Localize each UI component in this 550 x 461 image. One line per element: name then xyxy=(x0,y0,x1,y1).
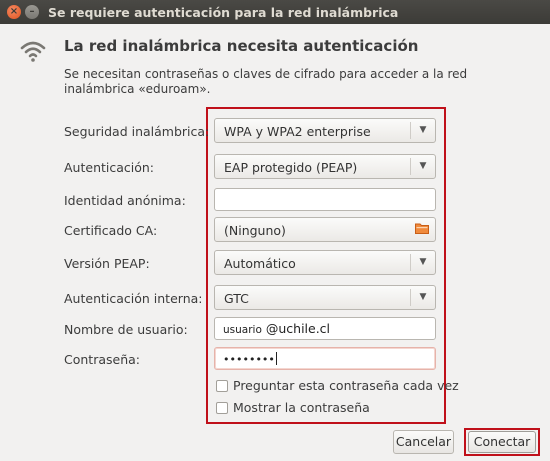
combo-separator xyxy=(410,289,411,306)
anonymous-identity-input[interactable] xyxy=(214,188,436,211)
window-title: Se requiere autenticación para la red in… xyxy=(48,5,399,20)
security-combo[interactable]: WPA y WPA2 enterprise ▼ xyxy=(214,118,436,143)
dialog-heading: La red inalámbrica necesita autenticació… xyxy=(64,37,419,55)
dropdown-arrow-icon: ▼ xyxy=(419,161,427,171)
ca-certificate-label: Certificado CA: xyxy=(64,223,158,238)
show-password-label[interactable]: Mostrar la contraseña xyxy=(233,400,370,415)
authentication-label: Autenticación: xyxy=(64,160,155,175)
authentication-value: EAP protegido (PEAP) xyxy=(224,160,358,175)
authentication-combo[interactable]: EAP protegido (PEAP) ▼ xyxy=(214,154,436,179)
title-bar: × – Se requiere autenticación para la re… xyxy=(0,0,550,24)
username-value-prefix: usuario xyxy=(223,324,262,336)
anonymous-identity-label: Identidad anónima: xyxy=(64,193,186,208)
ca-certificate-chooser[interactable]: (Ninguno) xyxy=(214,217,436,242)
peap-version-combo[interactable]: Automático ▼ xyxy=(214,250,436,275)
password-label: Contraseña: xyxy=(64,352,140,367)
text-caret xyxy=(275,352,277,365)
security-label: Seguridad inalámbrica: xyxy=(64,124,210,139)
dialog-description: Se necesitan contraseñas o claves de cif… xyxy=(64,67,468,96)
ca-certificate-value: (Ninguno) xyxy=(224,223,286,238)
folder-icon xyxy=(415,223,429,234)
password-value: •••••••• xyxy=(223,353,275,366)
ask-password-label[interactable]: Preguntar esta contraseña cada vez xyxy=(233,378,459,393)
connect-button[interactable]: Conectar xyxy=(468,431,536,453)
combo-separator xyxy=(410,254,411,271)
security-value: WPA y WPA2 enterprise xyxy=(224,124,371,139)
minimize-icon[interactable]: – xyxy=(25,5,39,19)
inner-authentication-value: GTC xyxy=(224,291,249,306)
username-label: Nombre de usuario: xyxy=(64,322,188,337)
close-icon[interactable]: × xyxy=(7,5,21,19)
inner-authentication-combo[interactable]: GTC ▼ xyxy=(214,285,436,310)
cancel-button[interactable]: Cancelar xyxy=(393,430,454,454)
peap-version-label: Versión PEAP: xyxy=(64,256,150,271)
peap-version-value: Automático xyxy=(224,256,296,271)
password-input[interactable]: •••••••• xyxy=(214,347,436,370)
username-value-domain: @uchile.cl xyxy=(265,321,331,336)
combo-separator xyxy=(410,158,411,175)
dropdown-arrow-icon: ▼ xyxy=(419,292,427,302)
ask-password-checkbox[interactable] xyxy=(216,380,228,392)
dropdown-arrow-icon: ▼ xyxy=(419,257,427,267)
show-password-checkbox[interactable] xyxy=(216,402,228,414)
wifi-icon xyxy=(20,41,46,62)
username-input[interactable]: usuario @uchile.cl xyxy=(214,317,436,340)
dropdown-arrow-icon: ▼ xyxy=(419,125,427,135)
combo-separator xyxy=(410,122,411,139)
inner-authentication-label: Autenticación interna: xyxy=(64,291,203,306)
